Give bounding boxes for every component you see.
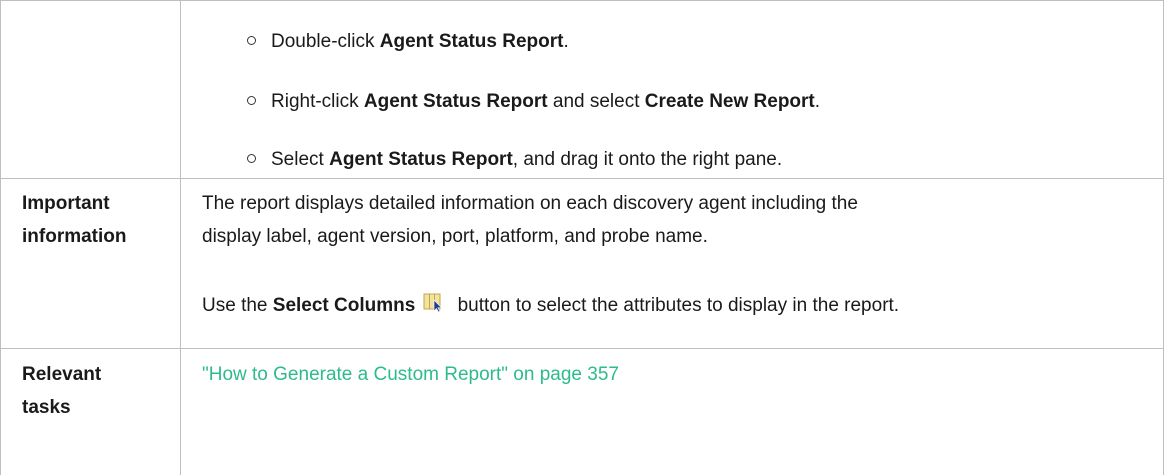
label-line: Important bbox=[22, 193, 110, 214]
paragraph-line: The report displays detailed information… bbox=[202, 193, 858, 214]
list-item-text: Right-click bbox=[271, 91, 364, 112]
row-label-important: Important information bbox=[22, 187, 127, 253]
list-item-bold: Agent Status Report bbox=[329, 149, 513, 170]
important-paragraph-columns: Use the Select Columns button to select … bbox=[202, 289, 899, 322]
paragraph-text: button to select the attributes to displ… bbox=[452, 295, 900, 316]
list-item: Double-click Agent Status Report. bbox=[247, 32, 569, 52]
list-item-text: , and drag it onto the right pane. bbox=[512, 149, 783, 170]
list-item-bold: Agent Status Report bbox=[379, 31, 564, 52]
row-label-relevant: Relevant tasks bbox=[22, 358, 101, 424]
table-border-left bbox=[0, 0, 1, 475]
list-item-text: . bbox=[814, 91, 821, 112]
paragraph-text: Use the bbox=[202, 295, 273, 316]
label-line: information bbox=[22, 226, 127, 247]
table-row-divider bbox=[0, 0, 1164, 1]
important-paragraph: The report displays detailed information… bbox=[202, 187, 858, 253]
circle-bullet-icon bbox=[247, 36, 256, 45]
label-line: Relevant bbox=[22, 364, 102, 385]
circle-bullet-icon bbox=[247, 154, 256, 163]
list-item-bold: Create New Report bbox=[644, 91, 815, 112]
list-item-text: Double-click bbox=[271, 31, 380, 52]
list-item-text: and select bbox=[547, 91, 645, 112]
table-row-divider bbox=[0, 348, 1164, 349]
table-column-divider bbox=[180, 0, 181, 475]
list-item-text: . bbox=[563, 31, 569, 52]
select-columns-label: Select Columns bbox=[272, 295, 416, 316]
list-item: Select Agent Status Report, and drag it … bbox=[247, 150, 782, 170]
circle-bullet-icon bbox=[247, 96, 256, 105]
label-line: tasks bbox=[22, 397, 71, 418]
custom-report-link[interactable]: "How to Generate a Custom Report" on pag… bbox=[202, 364, 619, 385]
select-columns-icon[interactable] bbox=[423, 290, 443, 313]
list-item: Right-click Agent Status Report and sele… bbox=[247, 92, 820, 112]
list-item-bold: Agent Status Report bbox=[363, 91, 548, 112]
table-row-divider bbox=[0, 178, 1164, 179]
list-item-text: Select bbox=[271, 149, 330, 170]
paragraph-line: display label, agent version, port, plat… bbox=[202, 226, 708, 247]
relevant-tasks-content: "How to Generate a Custom Report" on pag… bbox=[202, 358, 619, 391]
